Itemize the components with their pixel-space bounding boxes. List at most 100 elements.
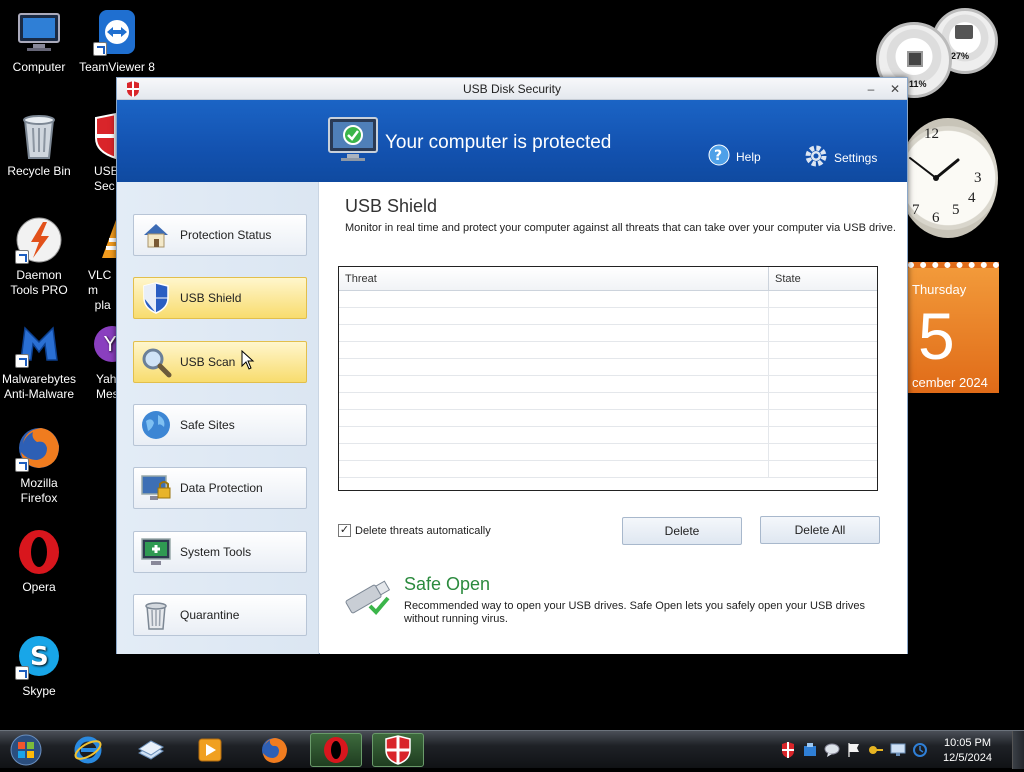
tray-usb-disk-security-icon[interactable] [780,742,796,758]
tray-network-icon[interactable] [890,742,906,758]
internet-explorer-icon [74,736,102,764]
checkbox-checked-icon[interactable]: ✓ [338,524,351,537]
settings-link[interactable]: Settings [804,144,877,171]
taskbar-internet-explorer[interactable] [62,733,114,767]
shortcut-arrow-icon [93,42,107,56]
desktop-icon-opera[interactable]: Opera [0,528,78,595]
nav-system-tools[interactable]: System Tools [133,531,307,573]
tray-network-shield-icon[interactable] [802,742,818,758]
calendar-gadget[interactable]: Thursday 5 cember 2024 [908,262,999,393]
show-desktop-button[interactable] [1012,731,1024,769]
safe-open-section[interactable]: Safe Open Recommended way to open your U… [342,572,882,632]
mouse-pointer-icon [241,350,255,370]
table-row[interactable] [339,325,877,342]
nav-protection-status[interactable]: Protection Status [133,214,307,256]
protected-monitor-icon [327,116,379,164]
usb-disk-security-icon [92,112,118,160]
delete-all-button[interactable]: Delete All [760,516,880,544]
desktop-icon-label: Malwarebytes Anti-Malware [1,372,77,401]
media-player-icon [198,738,222,762]
shield-icon [140,282,172,314]
help-label: Help [736,149,761,164]
desktop-icon-label: Recycle Bin [7,164,71,178]
help-icon: ? [708,144,730,169]
shortcut-arrow-icon [15,250,29,264]
table-row[interactable] [339,359,877,376]
taskbar-media-player[interactable] [184,733,236,767]
desktop-icon-label: TeamViewer 8 [79,60,155,74]
usb-disk-security-shield-icon [385,735,411,765]
threat-cell [339,308,769,324]
title-bar[interactable]: USB Disk Security – ✕ [117,78,907,100]
desktop-icon-yahoo-messenger[interactable]: Y YahMess [78,320,118,402]
trash-can-icon [140,599,172,631]
desktop-icon-label: Computer [12,60,66,74]
desktop-icon-daemon-tools[interactable]: Daemon Tools PRO [0,216,78,298]
desktop-icon-teamviewer[interactable]: TeamViewer 8 [78,8,156,75]
table-row[interactable] [339,376,877,393]
taskbar-opera[interactable] [310,733,362,767]
desktop-icon-firefox[interactable]: Mozilla Firefox [0,424,78,506]
gear-icon [804,144,828,171]
taskbar-usb-disk-security[interactable] [372,733,424,767]
threat-cell [339,410,769,426]
threat-cell [339,376,769,392]
taskbar: 10:05 PM 12/5/2024 [0,730,1024,769]
skype-icon: S [15,632,63,680]
table-row[interactable] [339,427,877,444]
malwarebytes-icon [15,320,63,368]
taskbar-clock[interactable]: 10:05 PM 12/5/2024 [925,736,1010,766]
minimize-button[interactable]: – [863,81,879,97]
threats-table[interactable]: Threat State [338,266,878,491]
calendar-month: cember 2024 [912,375,988,390]
shortcut-arrow-icon [15,666,29,680]
tray-messenger-icon[interactable] [824,742,840,758]
table-row[interactable] [339,342,877,359]
delete-threats-automatically-checkbox[interactable]: ✓ Delete threats automatically [338,524,491,537]
table-row[interactable] [339,393,877,410]
start-button[interactable] [4,733,48,767]
desktop-icon-recycle-bin[interactable]: Recycle Bin [0,112,78,179]
table-row[interactable] [339,291,877,308]
taskbar-firefox[interactable] [248,733,300,767]
locked-monitor-icon [140,472,172,504]
nav-usb-scan[interactable]: USB Scan [133,341,307,383]
nav-quarantine[interactable]: Quarantine [133,594,307,636]
tray-key-icon[interactable] [868,742,884,758]
table-row[interactable] [339,410,877,427]
safe-open-title[interactable]: Safe Open [404,574,490,595]
desktop-icon-label: Skype [22,684,56,698]
desktop-icon-computer[interactable]: Computer [0,8,78,75]
table-header: Threat State [339,267,877,291]
desktop-icon-skype[interactable]: S Skype [0,632,78,699]
desktop-icon-label: Opera [22,580,56,594]
table-row[interactable] [339,308,877,325]
taskbar-file-explorer[interactable] [124,733,176,767]
daemon-tools-icon [15,216,63,264]
desktop-icon-malwarebytes[interactable]: Malwarebytes Anti-Malware [0,320,78,402]
table-row[interactable] [339,444,877,461]
desktop-icon-vlc[interactable]: VLC m pla [78,216,118,313]
firefox-icon [262,738,287,763]
help-link[interactable]: ? Help [708,144,761,169]
nav-usb-shield[interactable]: USB Shield [133,277,307,319]
desktop-icon-label-truncated: VLC m pla [88,268,112,312]
clock-gadget[interactable]: 12 3 4 5 6 7 [896,118,1000,240]
table-row[interactable] [339,461,877,478]
memory-chip-icon [955,25,973,39]
desktop-icon-label-truncated: YahMess [96,372,118,401]
column-header-state[interactable]: State [769,267,807,290]
tray-action-center-flag-icon[interactable] [846,742,862,758]
delete-button[interactable]: Delete [622,517,742,545]
nav-safe-sites[interactable]: Safe Sites [133,404,307,446]
desktop-icon-label: Mozilla Firefox [20,476,58,505]
nav-data-protection[interactable]: Data Protection [133,467,307,509]
column-header-threat[interactable]: Threat [339,267,769,290]
desktop-icon-usb-disk-security[interactable]: USB Sec [78,112,118,194]
usb-disk-security-window: USB Disk Security – ✕ Your computer is p… [116,77,908,654]
threat-cell [339,427,769,443]
close-button[interactable]: ✕ [887,81,903,97]
sidebar: Protection Status USB Shield USB Scan Sa… [117,182,319,654]
cpu-chip-icon [907,51,923,67]
threat-cell [339,444,769,460]
